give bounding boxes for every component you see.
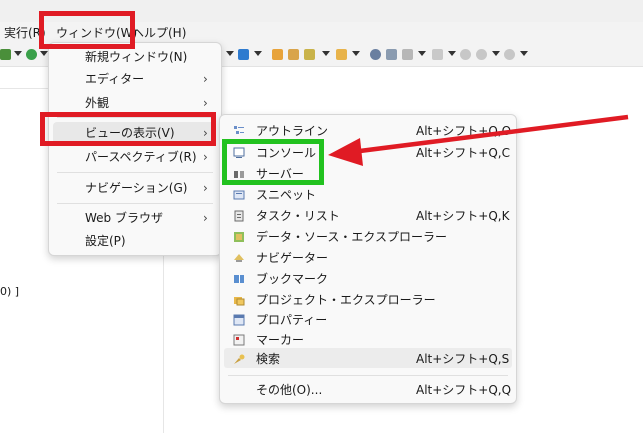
- red-arrow-icon: [328, 114, 629, 166]
